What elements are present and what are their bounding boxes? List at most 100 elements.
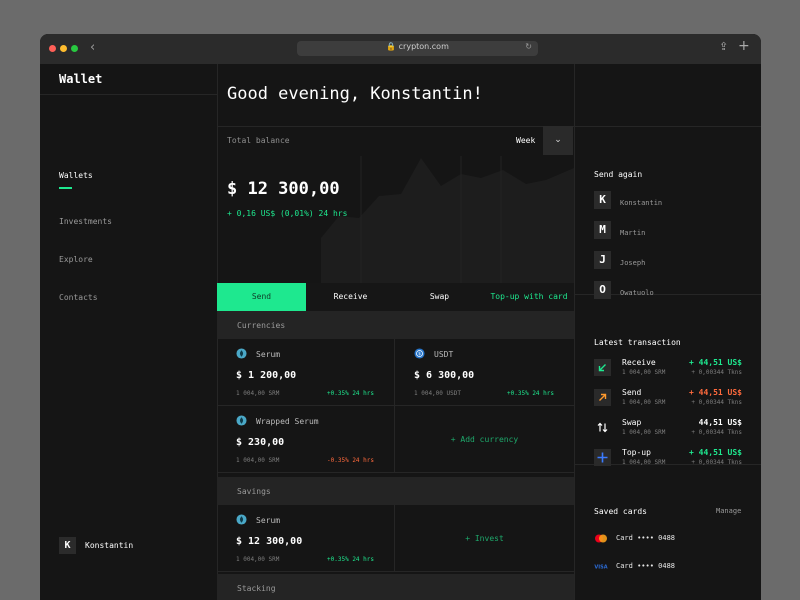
transaction-tokens: + 0,00344 Tkns bbox=[691, 369, 742, 376]
swap-icon bbox=[594, 419, 611, 436]
maximize-window-button[interactable] bbox=[71, 45, 78, 52]
contact-name[interactable]: Joseph bbox=[620, 259, 645, 267]
app-viewport: Wallet Wallets Investments Explore Conta… bbox=[40, 64, 761, 600]
mastercard-icon bbox=[595, 534, 607, 543]
transaction-tokens: + 0,00344 Tkns bbox=[691, 399, 742, 406]
balance-change: + 0,16 US$ (0,01%) 24 hrs bbox=[227, 209, 348, 218]
user-name[interactable]: Konstantin bbox=[85, 541, 133, 550]
arrow-down-left-icon bbox=[594, 359, 611, 376]
currency-amount: $ 1 200,00 bbox=[236, 370, 297, 381]
arrow-up-right-icon bbox=[594, 389, 611, 406]
contact-avatar[interactable]: J bbox=[594, 251, 611, 269]
back-icon[interactable]: ‹ bbox=[90, 40, 95, 55]
minimize-window-button[interactable] bbox=[60, 45, 67, 52]
contact-name[interactable]: Konstantin bbox=[620, 199, 662, 207]
nav-item-explore[interactable]: Explore bbox=[59, 255, 93, 264]
nav-item-wallets[interactable]: Wallets bbox=[59, 171, 93, 180]
currency-quantity: 1 004,00 SRM bbox=[236, 457, 280, 464]
page-title: Good evening, Konstantin! bbox=[227, 84, 483, 104]
transaction-quantity: 1 004,00 SRM bbox=[622, 429, 666, 436]
divider bbox=[40, 94, 217, 95]
receive-button[interactable]: Receive bbox=[306, 283, 395, 311]
send-again-title: Send again bbox=[594, 170, 643, 179]
total-balance-value: $ 12 300,00 bbox=[227, 179, 340, 199]
transaction-tokens: + 0,00344 Tkns bbox=[691, 429, 742, 436]
savings-name: Serum bbox=[256, 516, 281, 525]
savings-header: Savings bbox=[217, 477, 574, 505]
currencies-label: Currencies bbox=[237, 321, 286, 330]
savings-amount: $ 12 300,00 bbox=[236, 536, 303, 547]
currency-card[interactable]: Wrapped Serum $ 230,00 1 004,00 SRM -0.3… bbox=[217, 406, 395, 473]
share-icon[interactable]: ⇪ bbox=[719, 40, 728, 53]
currency-name: Wrapped Serum bbox=[256, 417, 319, 426]
transaction-quantity: 1 004,00 SRM bbox=[622, 399, 666, 406]
saved-card-item[interactable]: Card •••• 0488 bbox=[616, 534, 675, 542]
manage-cards-link[interactable]: Manage bbox=[716, 507, 741, 515]
invest-link[interactable]: + Invest bbox=[395, 534, 574, 543]
divider bbox=[217, 126, 761, 127]
plus-icon bbox=[594, 449, 611, 466]
latest-transaction-title: Latest transaction bbox=[594, 338, 681, 347]
browser-toolbar: ‹ 🔒 crypton.com ↻ ⇪ + bbox=[40, 34, 761, 64]
contact-name[interactable]: Martin bbox=[620, 229, 645, 237]
transaction-quantity: 1 004,00 SRM bbox=[622, 369, 666, 376]
currency-amount: $ 6 300,00 bbox=[414, 370, 475, 381]
invest-card[interactable]: + Invest bbox=[395, 505, 574, 572]
stacking-label: Stacking bbox=[237, 584, 276, 593]
svg-text:$: $ bbox=[418, 351, 421, 356]
user-avatar[interactable]: K bbox=[59, 537, 76, 554]
transaction-amount: + 44,51 US$ bbox=[689, 448, 742, 457]
add-currency-card[interactable]: + Add currency bbox=[395, 406, 574, 473]
contact-avatar[interactable]: M bbox=[594, 221, 611, 239]
reload-icon[interactable]: ↻ bbox=[525, 42, 532, 51]
currency-change: +0.35% 24 hrs bbox=[327, 390, 374, 397]
currency-change: -0.35% 24 hrs bbox=[327, 457, 374, 464]
chevron-down-icon[interactable]: ⌄ bbox=[543, 126, 573, 155]
contact-avatar[interactable]: K bbox=[594, 191, 611, 209]
currency-card[interactable]: $ USDT $ 6 300,00 1 004,00 USDT +0.35% 2… bbox=[395, 339, 574, 406]
serum-icon bbox=[236, 415, 247, 426]
divider bbox=[574, 64, 575, 600]
currency-quantity: 1 004,00 USDT bbox=[414, 390, 461, 397]
nav-item-investments[interactable]: Investments bbox=[59, 217, 112, 226]
contact-avatar[interactable]: O bbox=[594, 281, 611, 299]
active-nav-indicator bbox=[59, 187, 72, 189]
new-tab-icon[interactable]: + bbox=[738, 38, 750, 54]
transaction-tokens: + 0,00344 Tkns bbox=[691, 459, 742, 466]
visa-icon: VISA bbox=[594, 562, 608, 571]
currencies-header: Currencies bbox=[217, 311, 574, 339]
savings-quantity: 1 004,00 SRM bbox=[236, 556, 280, 563]
savings-change: +0.35% 24 hrs bbox=[327, 556, 374, 563]
serum-icon bbox=[236, 514, 247, 525]
nav-item-contacts[interactable]: Contacts bbox=[59, 293, 98, 302]
app-logo: Wallet bbox=[59, 72, 103, 86]
savings-card[interactable]: Serum $ 12 300,00 1 004,00 SRM +0.35% 24… bbox=[217, 505, 395, 572]
transaction-type: Swap bbox=[622, 418, 642, 427]
currency-change: +0.35% 24 hrs bbox=[507, 390, 554, 397]
swap-button[interactable]: Swap bbox=[395, 283, 484, 311]
topup-card-button[interactable]: Top-up with card bbox=[484, 283, 574, 311]
usdt-icon: $ bbox=[414, 348, 425, 359]
period-select[interactable]: Week bbox=[516, 136, 535, 145]
transaction-type: Send bbox=[622, 388, 642, 397]
url-text: 🔒 crypton.com bbox=[386, 42, 449, 51]
transaction-amount: + 44,51 US$ bbox=[689, 358, 742, 367]
contact-name[interactable]: Owatuolo bbox=[620, 289, 654, 297]
close-window-button[interactable] bbox=[49, 45, 56, 52]
svg-text:VISA: VISA bbox=[594, 565, 607, 571]
saved-card-item[interactable]: Card •••• 0488 bbox=[616, 562, 675, 570]
saved-cards-title: Saved cards bbox=[594, 507, 647, 516]
address-bar[interactable]: 🔒 crypton.com ↻ bbox=[297, 41, 538, 56]
transaction-type: Receive bbox=[622, 358, 656, 367]
action-bar: Send Receive Swap Top-up with card bbox=[217, 283, 574, 311]
currency-amount: $ 230,00 bbox=[236, 437, 285, 448]
send-button[interactable]: Send bbox=[217, 283, 306, 311]
transaction-amount: 44,51 US$ bbox=[698, 418, 742, 427]
serum-icon bbox=[236, 348, 247, 359]
balance-chart bbox=[321, 156, 574, 283]
browser-window: ‹ 🔒 crypton.com ↻ ⇪ + Wallet Wallets Inv… bbox=[40, 34, 761, 600]
stacking-header: Stacking bbox=[217, 574, 574, 600]
currency-card[interactable]: Serum $ 1 200,00 1 004,00 SRM +0.35% 24 … bbox=[217, 339, 395, 406]
currency-name: Serum bbox=[256, 350, 281, 359]
add-currency-link[interactable]: + Add currency bbox=[395, 435, 574, 444]
